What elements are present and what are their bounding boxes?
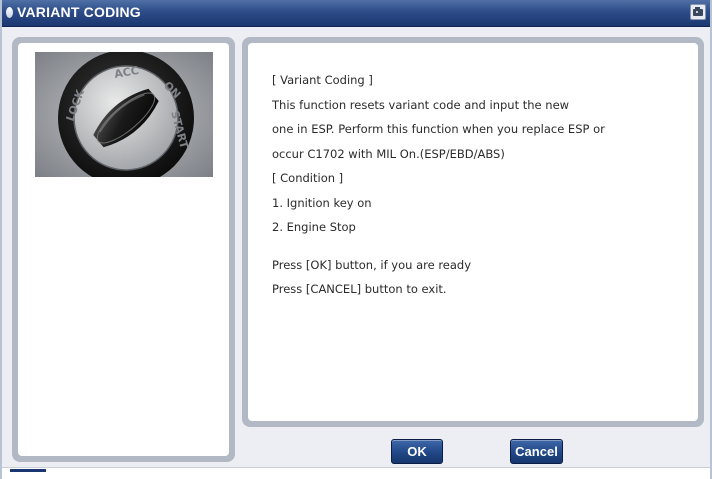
image-panel-inner: LOCK ACC ON START — [18, 43, 229, 456]
message-panel-inner: [ Variant Coding ] This function resets … — [248, 43, 698, 421]
condition-heading: [ Condition ] — [272, 171, 344, 185]
taskbar-tab — [10, 469, 46, 472]
cancel-button[interactable]: Cancel — [510, 439, 563, 464]
instruction-text: [ Variant Coding ] This function resets … — [272, 71, 692, 305]
message-heading: [ Variant Coding ] — [272, 73, 373, 87]
message-line: occur C1702 with MIL On.(ESP/EBD/ABS) — [272, 146, 505, 161]
ignition-key-image: LOCK ACC ON START — [35, 52, 213, 177]
camera-icon[interactable] — [690, 4, 706, 20]
prompt-line-ok: Press [OK] button, if you are ready — [272, 257, 472, 272]
dialog-body: LOCK ACC ON START [Variant Coding] Thi… — [2, 27, 710, 468]
bullet-icon — [6, 7, 13, 18]
message-line: one in ESP. Perform this function when y… — [272, 122, 605, 136]
prompt-line-cancel: Press [CANCEL] button to exit. — [272, 282, 447, 296]
window-title: VARIANT CODING — [17, 4, 141, 20]
title-bar: VARIANT CODING — [2, 0, 710, 27]
condition-item: 2. Engine Stop — [272, 220, 356, 234]
variant-coding-window: VARIANT CODING LOCK ACC ON START [Varia… — [0, 0, 712, 479]
message-line: This function resets variant code and in… — [272, 97, 570, 112]
image-panel: LOCK ACC ON START — [12, 37, 235, 462]
message-panel: [ Variant Coding ] This function resets … — [242, 37, 704, 427]
ok-button[interactable]: OK — [391, 439, 443, 464]
condition-item: 1. Ignition key on — [272, 195, 372, 210]
